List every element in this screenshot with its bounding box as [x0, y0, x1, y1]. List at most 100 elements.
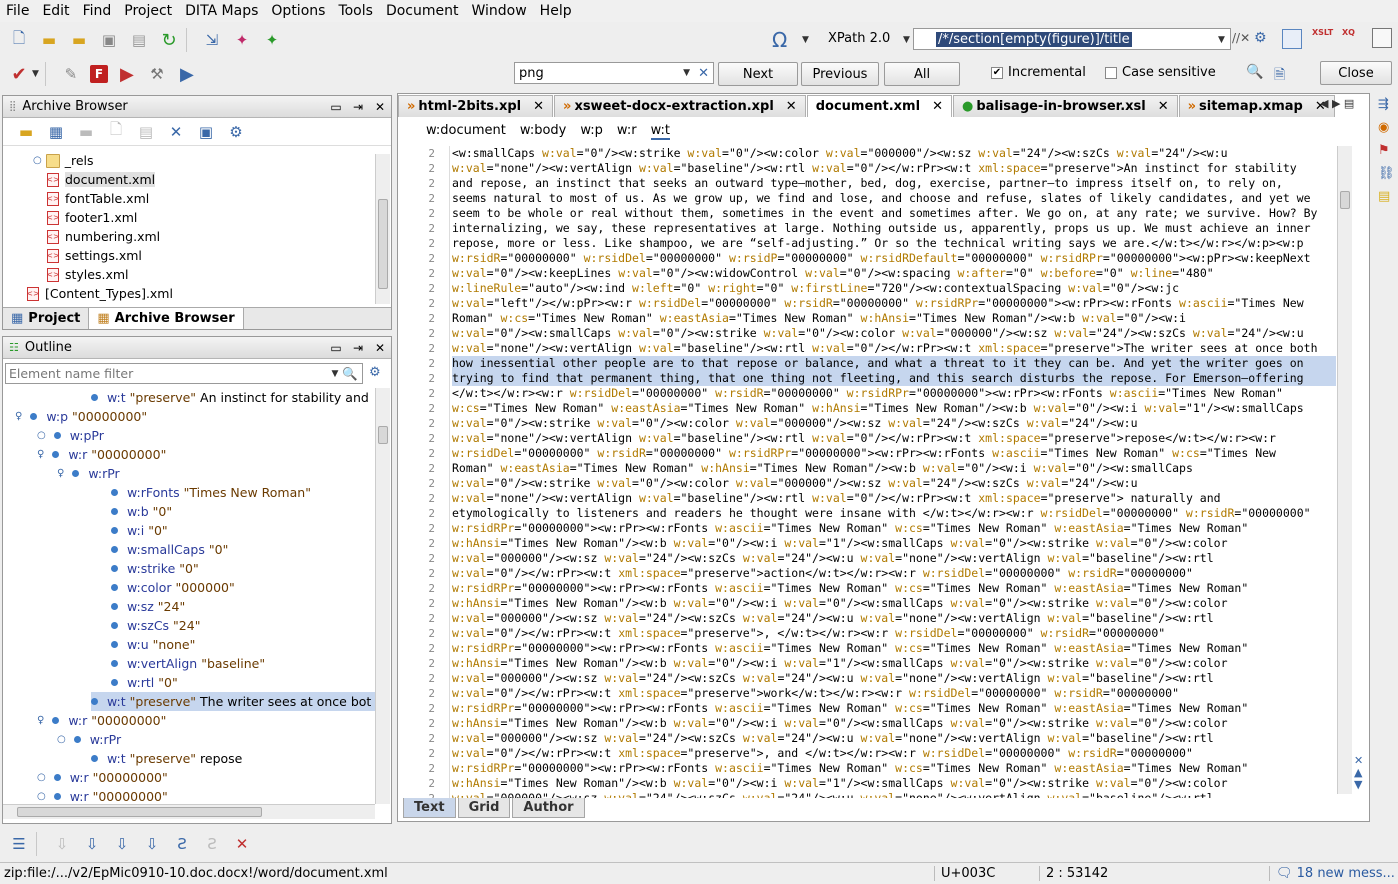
- new-file-icon[interactable]: 🗋: [8, 29, 30, 51]
- outline-node[interactable]: w:strike "0": [111, 559, 199, 578]
- format-indent-icon[interactable]: ☰: [8, 833, 30, 855]
- tab-close-icon[interactable]: ✕: [533, 99, 544, 114]
- breadcrumb-item[interactable]: w:t: [650, 123, 670, 140]
- outline-close-icon[interactable]: ✕: [369, 341, 391, 355]
- menu-help[interactable]: Help: [540, 3, 572, 19]
- insert-after-icon[interactable]: ⇩: [111, 833, 133, 855]
- expand-toggle-icon[interactable]: ♀: [15, 411, 22, 422]
- maximize-icon[interactable]: ▭: [325, 100, 347, 114]
- open-folder-icon[interactable]: ▬: [38, 29, 60, 51]
- editor-tab[interactable]: ● balisage-in-browser.xsl ✕: [952, 95, 1178, 117]
- menu-dita-maps[interactable]: DITA Maps: [185, 3, 258, 19]
- delete-element-icon[interactable]: ✕: [231, 833, 253, 855]
- menu-file[interactable]: File: [6, 3, 29, 19]
- editor-tab[interactable]: » sitemap.xmap ✕: [1178, 95, 1335, 117]
- surround-icon[interactable]: Ƨ: [201, 833, 223, 855]
- rename-icon[interactable]: ▤: [135, 121, 157, 143]
- archive-item[interactable]: ○ _rels: [33, 151, 94, 170]
- new-folder-icon[interactable]: ▬: [15, 121, 37, 143]
- tab-nav-icons[interactable]: ◀ ▶ ▤: [1320, 97, 1354, 110]
- fo-icon[interactable]: F: [89, 65, 108, 83]
- outline-settings-icon[interactable]: ⚙: [369, 365, 381, 380]
- save-icon[interactable]: ▣: [98, 29, 120, 51]
- outline-node[interactable]: w:t "preserve" An instinct for stability…: [91, 388, 369, 407]
- breadcrumb-item[interactable]: w:r: [617, 123, 637, 140]
- messages-link[interactable]: 🗨 18 new mess...: [1269, 866, 1395, 881]
- archive-item[interactable]: <> numbering.xml: [46, 227, 160, 246]
- outline-node[interactable]: ♀ w:rPr: [57, 464, 120, 483]
- folder-icon[interactable]: ▬: [75, 121, 97, 143]
- insert-child-icon[interactable]: ⇩: [141, 833, 163, 855]
- outline-node[interactable]: w:vertAlign "baseline": [111, 654, 265, 673]
- outline-node[interactable]: ○ w:pPr: [37, 426, 104, 445]
- find-replace-icon[interactable]: 🔍: [1246, 64, 1263, 80]
- open-url-icon[interactable]: ▬: [68, 29, 90, 51]
- mode-tab-author[interactable]: Author: [512, 798, 585, 818]
- add-file-icon[interactable]: ▦: [45, 121, 67, 143]
- archive-item[interactable]: <> styles.xml: [46, 265, 128, 284]
- unwrap-icon[interactable]: ⇩: [51, 833, 73, 855]
- editor-tab[interactable]: document.xml ✕: [806, 95, 952, 117]
- outline-node[interactable]: w:t "preserve" repose: [91, 749, 242, 768]
- config-scenario-icon[interactable]: ⚒: [146, 63, 168, 85]
- archive-item[interactable]: <> footer1.xml: [46, 208, 137, 227]
- run-icon[interactable]: ▶: [116, 63, 138, 85]
- outline-node[interactable]: w:u "none": [111, 635, 195, 654]
- menu-find[interactable]: Find: [83, 3, 112, 19]
- window-icon[interactable]: [1372, 28, 1392, 48]
- find-input[interactable]: png ▼ ✕: [514, 62, 714, 84]
- transform-icon[interactable]: ⇲: [201, 29, 223, 51]
- outline-node[interactable]: w:color "000000": [111, 578, 235, 597]
- expand-toggle-icon[interactable]: ♀: [37, 449, 44, 460]
- validate-check-icon[interactable]: ✔: [8, 63, 30, 85]
- outline-node[interactable]: w:i "0": [111, 521, 168, 540]
- layout-icon[interactable]: [1282, 29, 1302, 49]
- properties-icon[interactable]: ▣: [195, 121, 217, 143]
- menu-window[interactable]: Window: [471, 3, 526, 19]
- outline-node[interactable]: ○ w:r "00000000": [37, 787, 168, 804]
- editor-nav-arrows-icon[interactable]: ✕ ▲ ▼: [1354, 755, 1363, 791]
- archive-item[interactable]: <> document.xml: [46, 170, 156, 189]
- outline-node[interactable]: ♀ w:p "00000000": [15, 407, 147, 426]
- breadcrumb-item[interactable]: w:body: [520, 123, 566, 140]
- expand-toggle-icon[interactable]: ○: [37, 791, 46, 802]
- xpath-input[interactable]: /*/section[empty(figure)]/title: [913, 28, 1231, 50]
- print-icon[interactable]: ▤: [128, 29, 150, 51]
- close-find-button[interactable]: Close: [1320, 61, 1392, 85]
- archive-item[interactable]: <> settings.xml: [46, 246, 142, 265]
- project-tab[interactable]: ▦ Project: [3, 308, 90, 329]
- side-tool-5-icon[interactable]: ▤: [1378, 189, 1398, 204]
- menu-edit[interactable]: Edit: [42, 3, 69, 19]
- outline-node[interactable]: ♀ w:r "00000000": [37, 445, 166, 464]
- mode-tab-text[interactable]: Text: [403, 798, 456, 818]
- editor-vscroll[interactable]: [1337, 146, 1352, 794]
- breadcrumb-item[interactable]: w:document: [426, 123, 506, 140]
- xpath-version-dropdown-icon[interactable]: ▼: [903, 35, 910, 45]
- xslt-debugger-icon[interactable]: XSLT: [1312, 28, 1333, 37]
- side-tool-2-icon[interactable]: ◉: [1378, 120, 1398, 135]
- tab-close-icon[interactable]: ✕: [786, 99, 797, 114]
- side-tool-1-icon[interactable]: ⇶: [1378, 97, 1398, 112]
- find-in-files-icon[interactable]: 🗎: [1274, 64, 1285, 88]
- outline-node[interactable]: w:smallCaps "0": [111, 540, 228, 559]
- debug-run-icon[interactable]: ▶: [176, 63, 198, 85]
- outline-node[interactable]: ♀ w:r "00000000": [37, 711, 166, 730]
- clear-find-icon[interactable]: ✕: [698, 66, 709, 81]
- rename-element-icon[interactable]: Ƨ: [171, 833, 193, 855]
- side-tool-3-icon[interactable]: ⚑: [1378, 143, 1398, 158]
- outline-node[interactable]: ○ w:rPr: [57, 730, 121, 749]
- xpath-dropdown-icon[interactable]: ▼: [1218, 35, 1225, 45]
- outline-node[interactable]: w:b "0": [111, 502, 172, 521]
- omega-icon[interactable]: Ω: [772, 28, 787, 52]
- xpath-version[interactable]: XPath 2.0: [828, 31, 890, 46]
- element-filter-input[interactable]: Element name filter ▼ 🔍: [5, 363, 363, 384]
- outline-pin-icon[interactable]: ⇥: [347, 341, 369, 355]
- find-previous-button[interactable]: Previous: [801, 62, 879, 86]
- archive-item[interactable]: <> [Content_Types].xml: [26, 284, 173, 303]
- xpath-options-icon[interactable]: //✕: [1232, 31, 1250, 45]
- outline-node[interactable]: w:rtl "0": [111, 673, 178, 692]
- archive-item[interactable]: <> fontTable.xml: [46, 189, 149, 208]
- side-tool-4-icon[interactable]: ⛓: [1378, 166, 1398, 181]
- outline-node[interactable]: w:t "preserve" The writer sees at once b…: [91, 692, 375, 711]
- close-panel-icon[interactable]: ✕: [369, 100, 391, 114]
